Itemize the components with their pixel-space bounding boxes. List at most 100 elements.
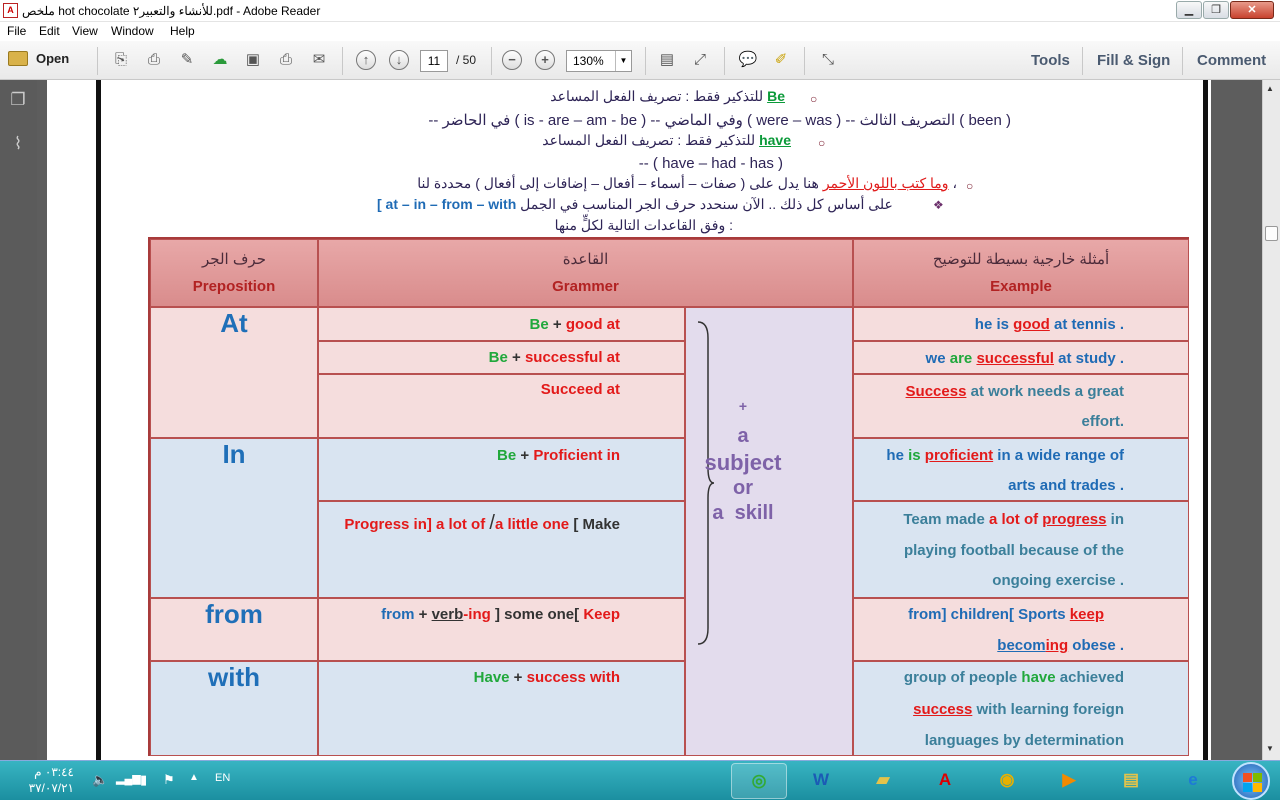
example-at-3: Success at work needs a great effort. (853, 374, 1189, 438)
tray-expand-icon[interactable]: ▲ (189, 772, 199, 783)
highlight-icon[interactable]: ✐ (770, 49, 792, 71)
pdf-icon: A (3, 3, 18, 18)
menu-view[interactable]: View (72, 24, 98, 38)
create-pdf-icon[interactable]: ⎘ (110, 49, 132, 71)
flag-icon[interactable]: ⚑ (163, 772, 175, 788)
page-border-left (96, 80, 101, 760)
close-button[interactable]: ✕ (1230, 1, 1274, 19)
prep-in: In (222, 439, 246, 469)
doc-line-1: للتذكير فقط : تصريف الفعل المساعد Be (550, 88, 785, 104)
start-button[interactable] (1232, 762, 1270, 800)
window-title: ملخص hot chocolate للأنشاء والتعبير٢.pdf… (22, 4, 321, 18)
comment-icon[interactable]: 💬 (737, 49, 759, 71)
brace-skill: a skill (712, 502, 774, 524)
separator (724, 47, 725, 75)
save-icon[interactable]: ▣ (242, 49, 264, 71)
chrome-icon[interactable]: ◉ (979, 763, 1035, 799)
menu-bar: File Edit View Window Help (0, 22, 1280, 41)
rule-with: Have + success with (318, 661, 685, 756)
scroll-up-icon[interactable]: ▲ (1266, 84, 1274, 93)
export-pdf-icon[interactable]: ⎙ (143, 49, 165, 71)
example-at-2: we are successful at study . (853, 341, 1189, 374)
prep-cell-in: In (150, 438, 318, 598)
camtasia-icon[interactable]: ◎ (731, 763, 787, 799)
pdf-page[interactable]: ○ للتذكير فقط : تصريف الفعل المساعد Be -… (47, 80, 1211, 760)
prep-with: with (208, 662, 260, 692)
header-preposition: حرف الجر Preposition (150, 239, 318, 307)
tools-tab[interactable]: Tools (1031, 52, 1070, 69)
rule-at-2: Be + successful at (318, 341, 685, 374)
chevron-down-icon: ▼ (615, 51, 631, 71)
prep-at: At (220, 308, 248, 338)
previous-page-icon[interactable]: ↑ (356, 50, 376, 70)
folder-icon[interactable]: ▰ (855, 763, 911, 799)
page-number-input[interactable]: 11 (420, 50, 448, 72)
brace-subject: subject (704, 450, 782, 475)
rule-at-3: Succeed at (318, 374, 685, 438)
scroll-down-icon[interactable]: ▼ (1266, 744, 1274, 753)
bullet-icon: ○ (966, 179, 974, 193)
preposition-table: حرف الجر Preposition القاعدة Grammer أمث… (148, 237, 1189, 756)
rule-from: from + verb-ing ] some one[ Keep (318, 598, 685, 661)
separator (1182, 47, 1183, 75)
explorer-icon[interactable]: ▤ (1103, 763, 1159, 799)
menu-edit[interactable]: Edit (39, 24, 60, 38)
menu-window[interactable]: Window (111, 24, 154, 38)
clock[interactable]: ٠٣:٤٤ م ٣٧/٠٧/٢١ (18, 764, 74, 796)
example-from: from] children[ Sports keep becoming obe… (853, 598, 1189, 661)
doc-line-2: -- في الحاضر ( is - are – am - be ) -- و… (428, 112, 1011, 129)
doc-line-6: [ at – in – from – with على أساس كل ذلك … (377, 196, 893, 212)
brace-a: a (737, 425, 749, 447)
page-border-right (1203, 80, 1208, 760)
doc-line-7: وفق القاعدات التالية لكلٍّ منها : (554, 217, 733, 233)
next-page-icon[interactable]: ↓ (389, 50, 409, 70)
battery-icon[interactable]: ▮ (140, 772, 147, 788)
header-grammer: القاعدة Grammer (318, 239, 853, 307)
taskbar: ٠٣:٤٤ م ٣٧/٠٧/٢١ 🔈 ▂▄▆ ▮ ⚑ ▲ EN ◎ W ▰ A … (0, 760, 1280, 800)
separator (804, 47, 805, 75)
doc-line-4: -- ( have – had - has ) (638, 155, 783, 172)
zoom-in-icon[interactable]: + (535, 50, 555, 70)
fill-sign-tab[interactable]: Fill & Sign (1097, 52, 1170, 69)
prep-cell-with: with (150, 661, 318, 756)
scroll-thumb[interactable] (1265, 226, 1278, 241)
vertical-scrollbar[interactable]: ▲ ▼ (1262, 80, 1280, 760)
prep-from: from (205, 599, 263, 629)
window-title-bar: A ملخص hot chocolate للأنشاء والتعبير٢.p… (0, 0, 1280, 22)
email-icon[interactable]: ✉ (308, 49, 330, 71)
diamond-bullet-icon: ❖ (933, 198, 944, 212)
doc-line-5: وما كتب باللون الأحمر هنا يدل على ( صفات… (417, 175, 957, 191)
print-icon[interactable]: ⎙ (275, 49, 297, 71)
upload-cloud-icon[interactable]: ☁ (209, 49, 231, 71)
navigation-pane: ❐ ⌇ (0, 80, 37, 760)
ie-icon[interactable]: e (1165, 763, 1221, 799)
menu-file[interactable]: File (7, 24, 26, 38)
word-icon[interactable]: W (793, 763, 849, 799)
zoom-out-icon[interactable]: − (502, 50, 522, 70)
bullet-icon: ○ (818, 136, 826, 150)
separator (491, 47, 492, 75)
prep-cell-at: At (150, 307, 318, 438)
language-indicator[interactable]: EN (215, 772, 230, 784)
zoom-select[interactable]: 130% ▼ (566, 50, 632, 72)
volume-icon[interactable]: 🔈 (92, 772, 108, 788)
fit-page-icon[interactable]: ▤ (656, 49, 678, 71)
rule-in-1: Be + Proficient in (318, 438, 685, 501)
open-button[interactable]: Open (8, 50, 69, 72)
read-mode-icon[interactable]: ⤡ (817, 49, 839, 71)
maximize-button[interactable]: ❐ (1203, 1, 1229, 19)
acrobat-icon[interactable]: A (917, 763, 973, 799)
pages-icon[interactable]: ❐ (9, 90, 27, 112)
separator (645, 47, 646, 75)
network-icon[interactable]: ▂▄▆ (116, 772, 141, 785)
comment-tab[interactable]: Comment (1197, 52, 1266, 69)
minimize-button[interactable]: ▁ (1176, 1, 1202, 19)
attachment-icon[interactable]: ⌇ (9, 134, 27, 156)
media-player-icon[interactable]: ▶ (1041, 763, 1097, 799)
example-in-2: Team made a lot of progress in playing f… (853, 501, 1189, 598)
menu-help[interactable]: Help (170, 24, 195, 38)
edit-icon[interactable]: ✎ (176, 49, 198, 71)
fit-width-icon[interactable]: ⤢ (689, 49, 711, 71)
prep-cell-from: from (150, 598, 318, 661)
brace-column: + a subject or a skill (685, 307, 853, 756)
